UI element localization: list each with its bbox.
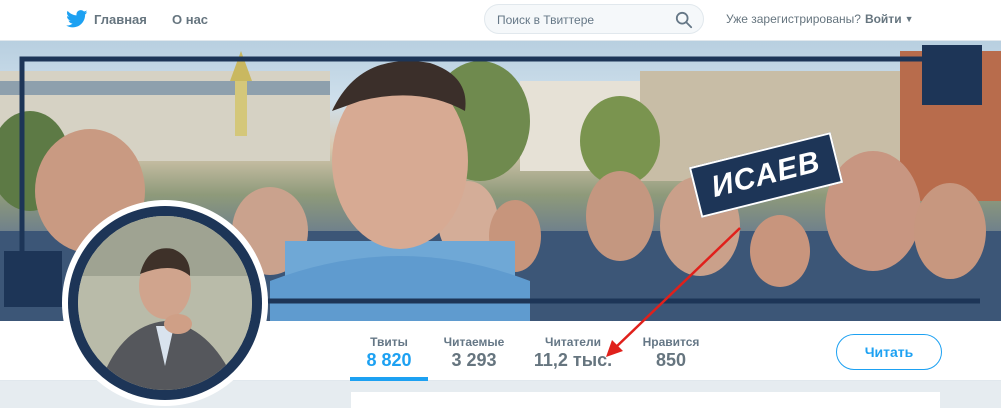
stat-following[interactable]: Читаемые 3 293 xyxy=(438,321,510,381)
login-area: Уже зарегистрированы? Войти ▼ xyxy=(726,0,914,38)
caret-down-icon[interactable]: ▼ xyxy=(905,14,914,24)
stat-label: Твиты xyxy=(370,335,408,349)
search-box[interactable] xyxy=(484,4,704,34)
stat-likes[interactable]: Нравится 850 xyxy=(637,321,705,381)
twitter-bird-icon xyxy=(66,10,88,28)
signin-link[interactable]: Войти xyxy=(865,12,902,26)
avatar-frame xyxy=(68,206,262,400)
stat-label: Читатели xyxy=(545,335,601,349)
active-tab-indicator xyxy=(350,377,428,381)
stat-label: Нравится xyxy=(642,335,700,349)
nav-about-link[interactable]: О нас xyxy=(172,0,208,38)
nav-about-label: О нас xyxy=(172,11,209,27)
search-input[interactable] xyxy=(497,11,677,29)
search-icon[interactable] xyxy=(675,11,693,29)
stat-value: 850 xyxy=(655,350,687,370)
profile-avatar[interactable] xyxy=(62,200,268,406)
stat-tweets[interactable]: Твиты 8 820 xyxy=(350,321,428,381)
top-navigation-bar: Главная О нас Уже зарегистрированы? Войт… xyxy=(0,0,1001,41)
stat-value: 8 820 xyxy=(366,350,412,370)
stat-label: Читаемые xyxy=(443,335,505,349)
stat-value: 11,2 тыс. xyxy=(533,350,613,370)
avatar-portrait xyxy=(78,216,252,390)
nav-home-link[interactable]: Главная xyxy=(66,0,147,38)
login-prompt: Уже зарегистрированы? xyxy=(726,12,861,26)
follow-button[interactable]: Читать xyxy=(836,334,942,370)
stat-followers[interactable]: Читатели 11,2 тыс. xyxy=(530,321,616,381)
stat-value: 3 293 xyxy=(451,350,497,370)
avatar-photo xyxy=(78,216,252,390)
timeline-card xyxy=(351,392,940,408)
nav-home-label: Главная xyxy=(94,11,147,27)
